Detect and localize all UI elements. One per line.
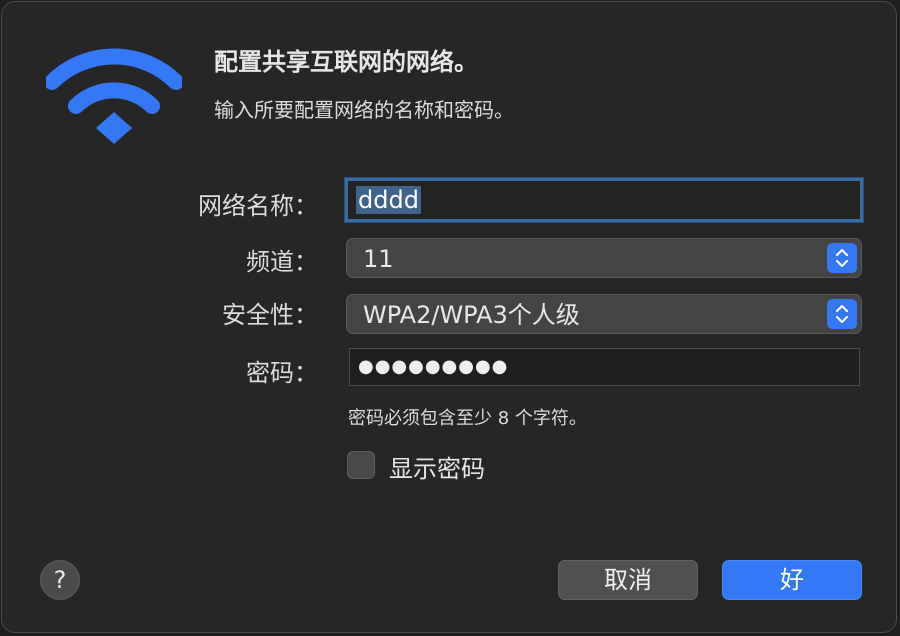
chevron-up-down-icon	[827, 243, 857, 273]
share-network-dialog: 配置共享互联网的网络。 输入所要配置网络的名称和密码。 网络名称： dddd 频…	[1, 1, 897, 633]
password-label: 密码：	[246, 359, 318, 387]
security-value: WPA2/WPA3个人级	[363, 301, 580, 329]
dialog-title: 配置共享互联网的网络。	[214, 48, 478, 76]
channel-popup[interactable]: 11	[346, 238, 862, 278]
channel-label: 频道：	[246, 248, 318, 276]
wifi-icon	[46, 48, 182, 144]
channel-value: 11	[363, 245, 394, 273]
password-value: ●●●●●●●●●	[358, 356, 509, 377]
dialog-subtitle: 输入所要配置网络的名称和密码。	[214, 98, 514, 122]
chevron-up-down-icon	[827, 299, 857, 329]
password-field[interactable]: ●●●●●●●●●	[349, 348, 860, 386]
cancel-button[interactable]: 取消	[558, 560, 698, 600]
show-password-label[interactable]: 显示密码	[389, 449, 485, 484]
show-password-checkbox[interactable]	[347, 451, 375, 479]
network-name-field[interactable]: dddd	[345, 178, 863, 222]
password-hint: 密码必须包含至少 8 个字符。	[348, 408, 587, 429]
network-name-value: dddd	[356, 186, 421, 214]
help-button[interactable]: ?	[40, 560, 80, 600]
security-label: 安全性：	[222, 301, 318, 329]
ok-button[interactable]: 好	[722, 560, 862, 600]
security-popup[interactable]: WPA2/WPA3个人级	[346, 294, 862, 334]
network-name-label: 网络名称：	[198, 192, 318, 220]
